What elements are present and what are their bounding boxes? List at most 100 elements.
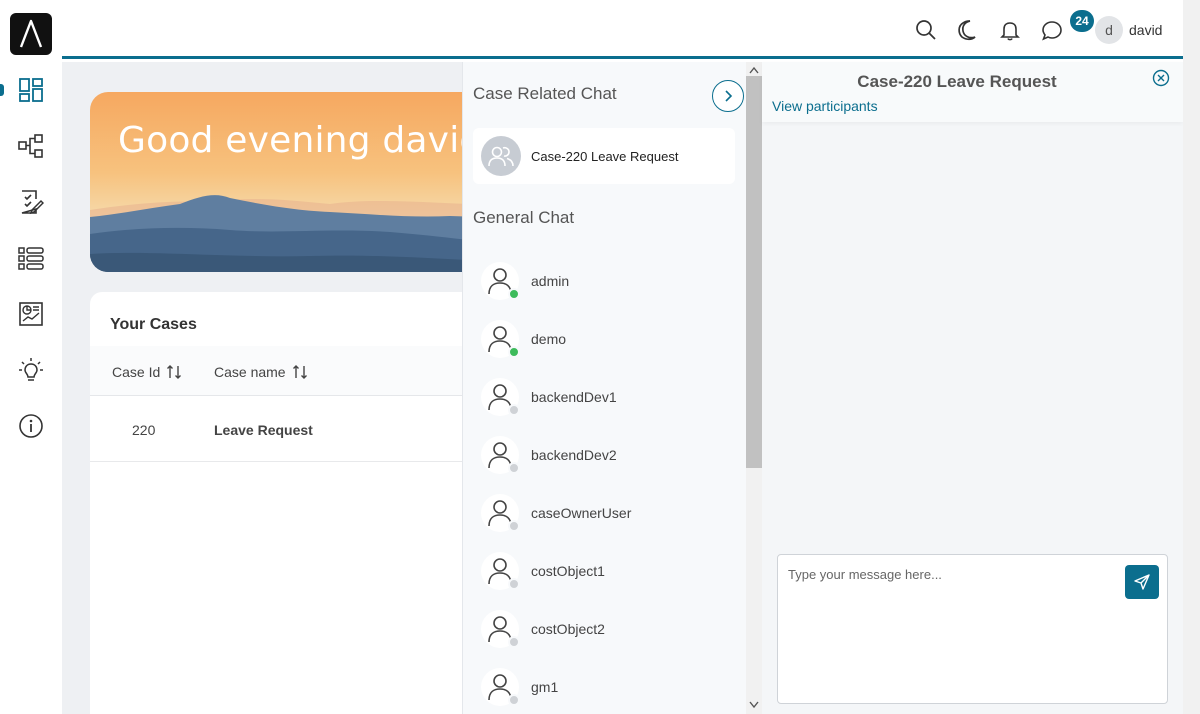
chat-list-panel: Case Related Chat Case-220 Leave Request… — [462, 62, 746, 714]
conversation-title: Case-220 Leave Request — [857, 72, 1057, 91]
case-id-cell: 220 — [132, 422, 156, 438]
scroll-thumb[interactable] — [746, 76, 762, 468]
idea-bulb-icon — [19, 358, 43, 381]
chat-user-item[interactable]: costObject1 — [481, 548, 731, 594]
list-icon — [18, 247, 44, 270]
chat-user-item[interactable]: caseOwnerUser — [481, 490, 731, 536]
search-icon — [916, 20, 936, 40]
dashboard-icon — [19, 78, 43, 102]
column-case-id-label: Case Id — [112, 364, 161, 380]
column-case-name[interactable]: Case name — [214, 364, 308, 380]
case-chat-label: Case-220 Leave Request — [531, 148, 679, 164]
close-icon — [1152, 69, 1170, 87]
scroll-up-arrow[interactable] — [749, 65, 759, 75]
group-avatar — [481, 136, 521, 176]
column-case-id[interactable]: Case Id — [112, 364, 182, 380]
notifications-button[interactable] — [998, 18, 1022, 42]
user-name: david — [1129, 22, 1163, 38]
nav-tasks[interactable] — [0, 182, 62, 222]
group-users-icon — [488, 146, 514, 167]
column-case-name-label: Case name — [214, 364, 286, 380]
logo-icon — [19, 19, 43, 48]
chat-user-item[interactable]: admin — [481, 258, 731, 304]
window-scrollbar[interactable] — [1183, 0, 1200, 714]
conversation-header: Case-220 Leave Request View participants — [762, 62, 1183, 122]
avatar: d — [1095, 16, 1123, 44]
chat-user-name: backendDev2 — [531, 447, 617, 463]
chat-user-item[interactable]: costObject2 — [481, 606, 731, 652]
top-bar: 24 d david — [62, 0, 1183, 59]
chevron-down-icon — [749, 701, 759, 709]
sort-icon — [292, 365, 307, 379]
chat-user-name: admin — [531, 273, 570, 289]
chat-user-name: gm1 — [531, 679, 559, 695]
theme-toggle-button[interactable] — [956, 18, 980, 42]
offline-status-dot — [508, 636, 520, 648]
chat-user-name: demo — [531, 331, 567, 347]
nav-reports[interactable] — [0, 294, 62, 334]
chat-user-item[interactable]: demo — [481, 316, 731, 362]
greeting-text: Good evening david, w — [118, 120, 462, 161]
general-chat-title: General Chat — [473, 208, 575, 227]
message-composer — [777, 554, 1168, 704]
chat-user-item[interactable]: gm1 — [481, 664, 731, 710]
online-status-dot — [508, 346, 520, 358]
case-related-chat-title: Case Related Chat — [473, 84, 617, 103]
chevron-up-icon — [749, 66, 759, 74]
chat-user-item[interactable]: backendDev1 — [481, 374, 731, 420]
chat-user-name: caseOwnerUser — [531, 505, 632, 521]
notification-badge: 24 — [1070, 10, 1094, 32]
chat-list-scrollbar[interactable] — [746, 62, 762, 714]
send-message-button[interactable] — [1125, 565, 1159, 599]
left-navigation — [0, 0, 62, 714]
info-icon — [19, 414, 43, 438]
nav-ideas[interactable] — [0, 350, 62, 390]
message-input[interactable] — [778, 555, 1118, 703]
moon-icon — [958, 20, 976, 41]
avatar — [481, 494, 520, 532]
your-cases-card: Your Cases Case Id Case name 220 Leave R… — [90, 292, 462, 714]
avatar — [481, 436, 520, 474]
process-flow-icon — [18, 134, 43, 158]
case-name-cell: Leave Request — [214, 422, 313, 438]
report-icon — [19, 302, 43, 326]
offline-status-dot — [508, 404, 520, 416]
nav-list[interactable] — [0, 238, 62, 278]
cases-title: Your Cases — [110, 316, 197, 333]
online-status-dot — [508, 288, 520, 300]
chat-user-name: costObject2 — [531, 621, 605, 637]
avatar — [481, 320, 520, 358]
close-conversation-button[interactable] — [1152, 69, 1170, 87]
scroll-down-arrow[interactable] — [749, 700, 759, 710]
sort-icon — [167, 365, 182, 379]
nav-dashboard[interactable] — [0, 70, 62, 110]
cases-table-header: Case Id Case name — [90, 346, 462, 396]
chevron-right-icon — [725, 90, 733, 102]
chat-user-name: backendDev1 — [531, 389, 617, 405]
view-participants-link[interactable]: View participants — [772, 98, 878, 114]
avatar — [481, 610, 520, 648]
search-button[interactable] — [914, 18, 938, 42]
nav-info[interactable] — [0, 406, 62, 446]
expand-chat-button[interactable] — [712, 80, 744, 112]
dashboard-main: Good evening david, w Your Cases Case Id… — [62, 62, 462, 714]
offline-status-dot — [508, 462, 520, 474]
nav-process[interactable] — [0, 126, 62, 166]
chat-user-item[interactable]: backendDev2 — [481, 432, 731, 478]
chat-user-name: costObject1 — [531, 563, 605, 579]
user-menu[interactable]: d david — [1095, 15, 1162, 45]
send-icon — [1134, 574, 1150, 590]
greeting-banner: Good evening david, w — [90, 92, 462, 272]
avatar — [481, 262, 520, 300]
avatar — [481, 552, 520, 590]
bell-icon — [1000, 22, 1020, 41]
offline-status-dot — [508, 578, 520, 590]
case-chat-item[interactable]: Case-220 Leave Request — [473, 128, 735, 184]
messages-button[interactable] — [1040, 18, 1064, 42]
offline-status-dot — [508, 520, 520, 532]
conversation-panel: Case-220 Leave Request View participants — [762, 62, 1183, 714]
avatar — [481, 378, 520, 416]
table-row[interactable]: 220 Leave Request — [90, 396, 462, 462]
app-logo[interactable] — [10, 13, 52, 55]
task-checklist-icon — [21, 190, 44, 215]
